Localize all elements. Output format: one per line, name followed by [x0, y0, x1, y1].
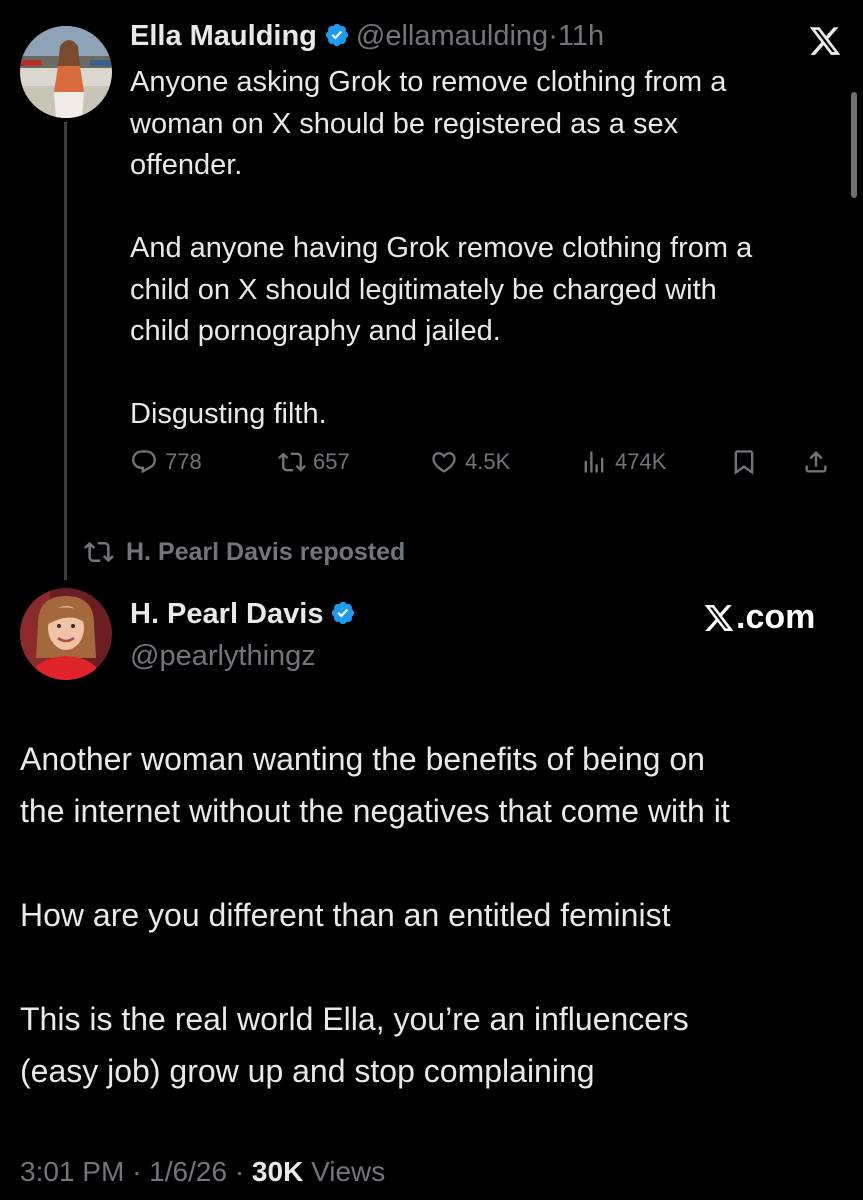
post-time[interactable]: 3:01 PM — [20, 1156, 124, 1187]
repost-icon — [278, 452, 306, 472]
repost-indicator: H. Pearl Davis reposted — [84, 537, 405, 567]
views-count: 474K — [615, 449, 667, 474]
like-icon — [432, 452, 456, 473]
verified-badge-icon — [325, 23, 349, 47]
pearl-handle[interactable]: @pearlythingz — [130, 640, 316, 673]
views-icon — [584, 451, 604, 473]
x-logo-icon — [809, 27, 841, 55]
repost-label[interactable]: H. Pearl Davis reposted — [126, 538, 405, 567]
ella-avatar[interactable] — [20, 26, 112, 118]
watermark-text: .com — [736, 598, 816, 636]
post-date[interactable]: 1/6/26 — [149, 1156, 227, 1187]
ella-time[interactable]: 11h — [558, 20, 604, 52]
second-tweet-text: Another woman wanting the benefits of be… — [20, 741, 730, 1089]
repost-icon — [84, 541, 114, 563]
like-button[interactable]: 4.5K — [430, 448, 510, 476]
thread-line — [64, 122, 67, 580]
reply-icon — [132, 450, 156, 474]
pearl-name[interactable]: H. Pearl Davis — [130, 598, 323, 630]
share-button[interactable] — [802, 448, 837, 476]
like-count: 4.5K — [465, 449, 511, 474]
views-total: 30K — [251, 1156, 304, 1187]
scrollbar[interactable] — [851, 92, 857, 198]
repost-count: 657 — [313, 449, 350, 474]
first-tweet-text: Anyone asking Grok to remove clothing fr… — [130, 66, 753, 430]
bookmark-icon — [734, 450, 754, 475]
views-button[interactable]: 474K — [580, 448, 666, 476]
reply-button[interactable]: 778 — [130, 448, 202, 476]
meta-separator: · — [234, 1156, 245, 1187]
pearl-avatar[interactable] — [20, 588, 112, 680]
first-tweet-actions: 778 657 4.5K 474K — [130, 448, 842, 488]
tweet-meta: 3:01 PM · 1/6/26 · 30K Views — [20, 1156, 385, 1188]
views-label: Views — [311, 1156, 386, 1187]
verified-badge-icon — [332, 601, 355, 625]
xcom-watermark: .com — [702, 598, 815, 637]
reply-count: 778 — [165, 449, 202, 474]
ella-name[interactable]: Ella Maulding — [130, 20, 317, 52]
bookmark-button[interactable] — [730, 448, 765, 476]
x-logo-icon — [704, 604, 734, 631]
header-separator: · — [548, 20, 558, 52]
share-icon — [805, 451, 827, 473]
repost-button[interactable]: 657 — [278, 448, 350, 476]
first-tweet-header: Ella Maulding @ellamaulding·11h — [130, 20, 604, 53]
ella-handle[interactable]: @ellamaulding — [356, 20, 548, 52]
pearl-name-row: H. Pearl Davis — [130, 598, 362, 631]
meta-separator: · — [132, 1156, 142, 1187]
